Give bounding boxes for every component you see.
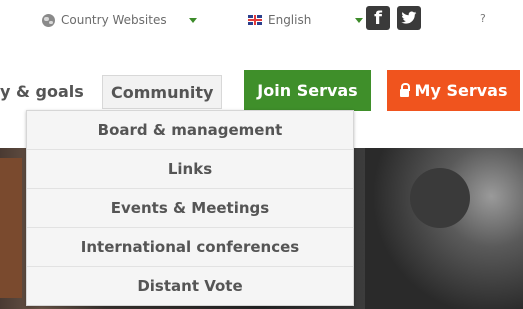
language-label: English xyxy=(268,13,312,27)
facebook-icon[interactable]: f xyxy=(366,6,390,30)
menu-item-links[interactable]: Links xyxy=(27,149,353,188)
chevron-down-icon xyxy=(188,17,197,23)
join-servas-label: Join Servas xyxy=(257,81,358,100)
globe-icon xyxy=(42,13,55,27)
help-link[interactable]: ? xyxy=(480,12,486,25)
menu-item-international-conferences[interactable]: International conferences xyxy=(27,227,353,266)
nav-item-community[interactable]: Community xyxy=(102,75,223,109)
country-websites-label: Country Websites xyxy=(61,13,167,27)
my-servas-label: My Servas xyxy=(414,81,508,100)
country-websites-selector[interactable]: Country Websites xyxy=(42,10,197,30)
language-selector[interactable]: English xyxy=(248,10,364,30)
community-dropdown-menu: Board & management Links Events & Meetin… xyxy=(26,110,354,306)
twitter-icon[interactable] xyxy=(397,6,421,30)
menu-item-board-management[interactable]: Board & management xyxy=(27,111,353,149)
my-servas-button[interactable]: My Servas xyxy=(387,70,520,111)
uk-flag-icon xyxy=(248,15,262,25)
chevron-down-icon xyxy=(355,17,364,23)
top-utility-bar: Country Websites English f ? xyxy=(0,0,523,40)
join-servas-button[interactable]: Join Servas xyxy=(244,70,371,111)
nav-item-goals[interactable]: y & goals xyxy=(0,80,84,102)
menu-item-distant-vote[interactable]: Distant Vote xyxy=(27,266,353,305)
menu-item-events-meetings[interactable]: Events & Meetings xyxy=(27,188,353,227)
lock-icon xyxy=(399,82,410,97)
